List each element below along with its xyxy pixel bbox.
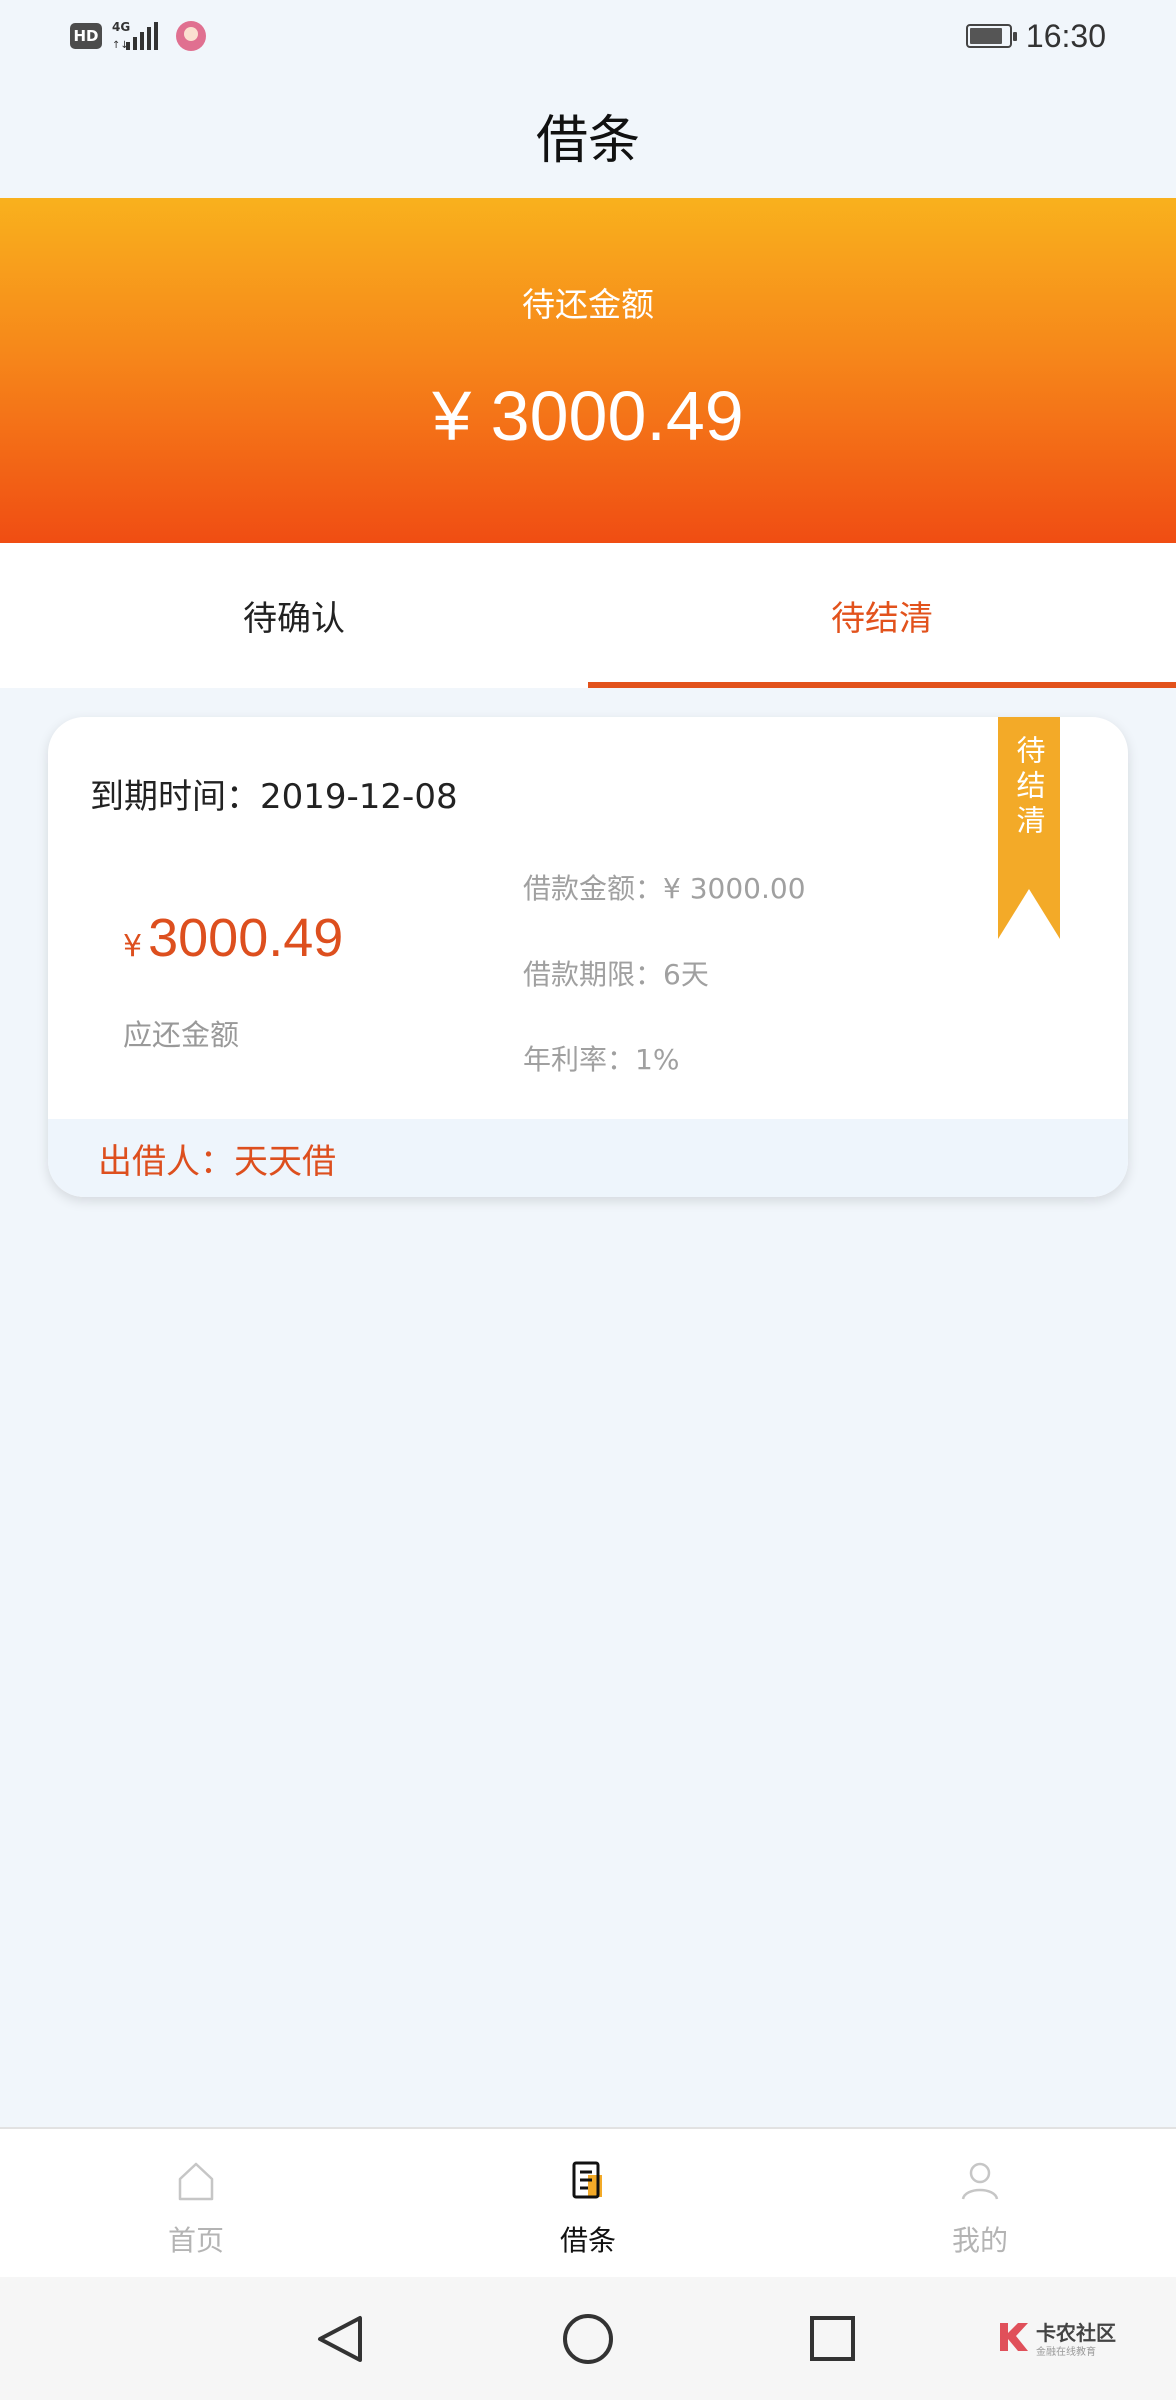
- status-time: 16:30: [1025, 17, 1106, 54]
- amount-due-label: 应还金额: [123, 1018, 240, 1052]
- watermark-k-icon: [1000, 2323, 1028, 2351]
- battery-icon: [965, 24, 1017, 48]
- signal-bars-icon: ↑↓: [112, 22, 158, 51]
- watermark-logo: 卡农社区 金融在线教育: [996, 2317, 1116, 2361]
- nav-label-loans: 借条: [559, 2224, 616, 2257]
- watermark-subtitle: 金融在线教育: [1036, 2347, 1096, 2358]
- status-left: HD 4G ↑↓: [70, 18, 206, 54]
- ribbon-tail-right: [1029, 889, 1060, 939]
- loan-term: 借款期限：6天: [523, 958, 709, 991]
- ribbon-status-text: 待结清: [1012, 735, 1046, 840]
- outstanding-amount-value: ¥ 3000.49: [432, 377, 744, 455]
- back-triangle-icon: [318, 2316, 362, 2362]
- status-ribbon: 待结清: [998, 717, 1060, 939]
- outstanding-amount-banner: 待还金额 ¥ 3000.49: [0, 198, 1176, 543]
- tab-pending-settlement[interactable]: 待结清: [588, 543, 1176, 688]
- recents-button[interactable]: [782, 2277, 882, 2400]
- loan-amount: 借款金额：¥ 3000.00: [523, 872, 806, 905]
- page-title: 借条: [535, 110, 640, 171]
- back-button[interactable]: [292, 2277, 392, 2400]
- lender-info: 出借人：天天借: [48, 1119, 1128, 1197]
- status-tabs: 待确认 待结清: [0, 543, 1176, 688]
- nav-item-loans[interactable]: 借条: [392, 2129, 784, 2279]
- recents-square-icon: [810, 2316, 855, 2361]
- profile-icon: [961, 2162, 999, 2200]
- title-bar: 借条: [0, 72, 1176, 198]
- nav-item-profile[interactable]: 我的: [784, 2129, 1176, 2279]
- nav-label-home: 首页: [167, 2224, 224, 2257]
- loan-card[interactable]: 到期时间：2019-12-08 ¥ 3000.49 应还金额 借款金额：¥ 30…: [48, 717, 1128, 1197]
- status-bar: HD 4G ↑↓ 16:30: [0, 0, 1176, 72]
- outstanding-amount-label: 待还金额: [522, 285, 654, 324]
- nav-label-profile: 我的: [951, 2224, 1008, 2257]
- screen: HD 4G ↑↓ 16:30 借条 待还金额 ¥ 3000.49 待确认 待结清…: [0, 0, 1176, 2400]
- tab-pending-confirmation[interactable]: 待确认: [0, 543, 588, 688]
- ribbon-tail-left: [998, 889, 1029, 939]
- bottom-nav: 首页 借条 我的: [0, 2127, 1176, 2277]
- status-right: 16:30: [965, 16, 1106, 56]
- watermark-title: 卡农社区: [1036, 2321, 1116, 2345]
- amount-due-value: 3000.49: [148, 908, 344, 968]
- currency-symbol: ¥: [123, 929, 143, 964]
- amount-due: ¥ 3000.49: [123, 907, 343, 969]
- hd-badge: HD: [70, 23, 102, 49]
- home-circle-icon: [563, 2314, 613, 2364]
- notification-avatar-icon: [176, 21, 206, 51]
- home-button[interactable]: [538, 2277, 638, 2400]
- battery-fill: [969, 28, 1003, 44]
- due-date: 到期时间：2019-12-08: [90, 777, 458, 817]
- home-icon: [178, 2162, 214, 2201]
- system-nav-bar: 卡农社区 金融在线教育: [0, 2277, 1176, 2400]
- document-icon: [572, 2161, 602, 2199]
- active-tab-indicator: [588, 682, 1176, 688]
- nav-item-home[interactable]: 首页: [0, 2129, 392, 2279]
- annual-rate: 年利率：1%: [523, 1043, 680, 1076]
- signal-icon: 4G ↑↓: [112, 20, 166, 52]
